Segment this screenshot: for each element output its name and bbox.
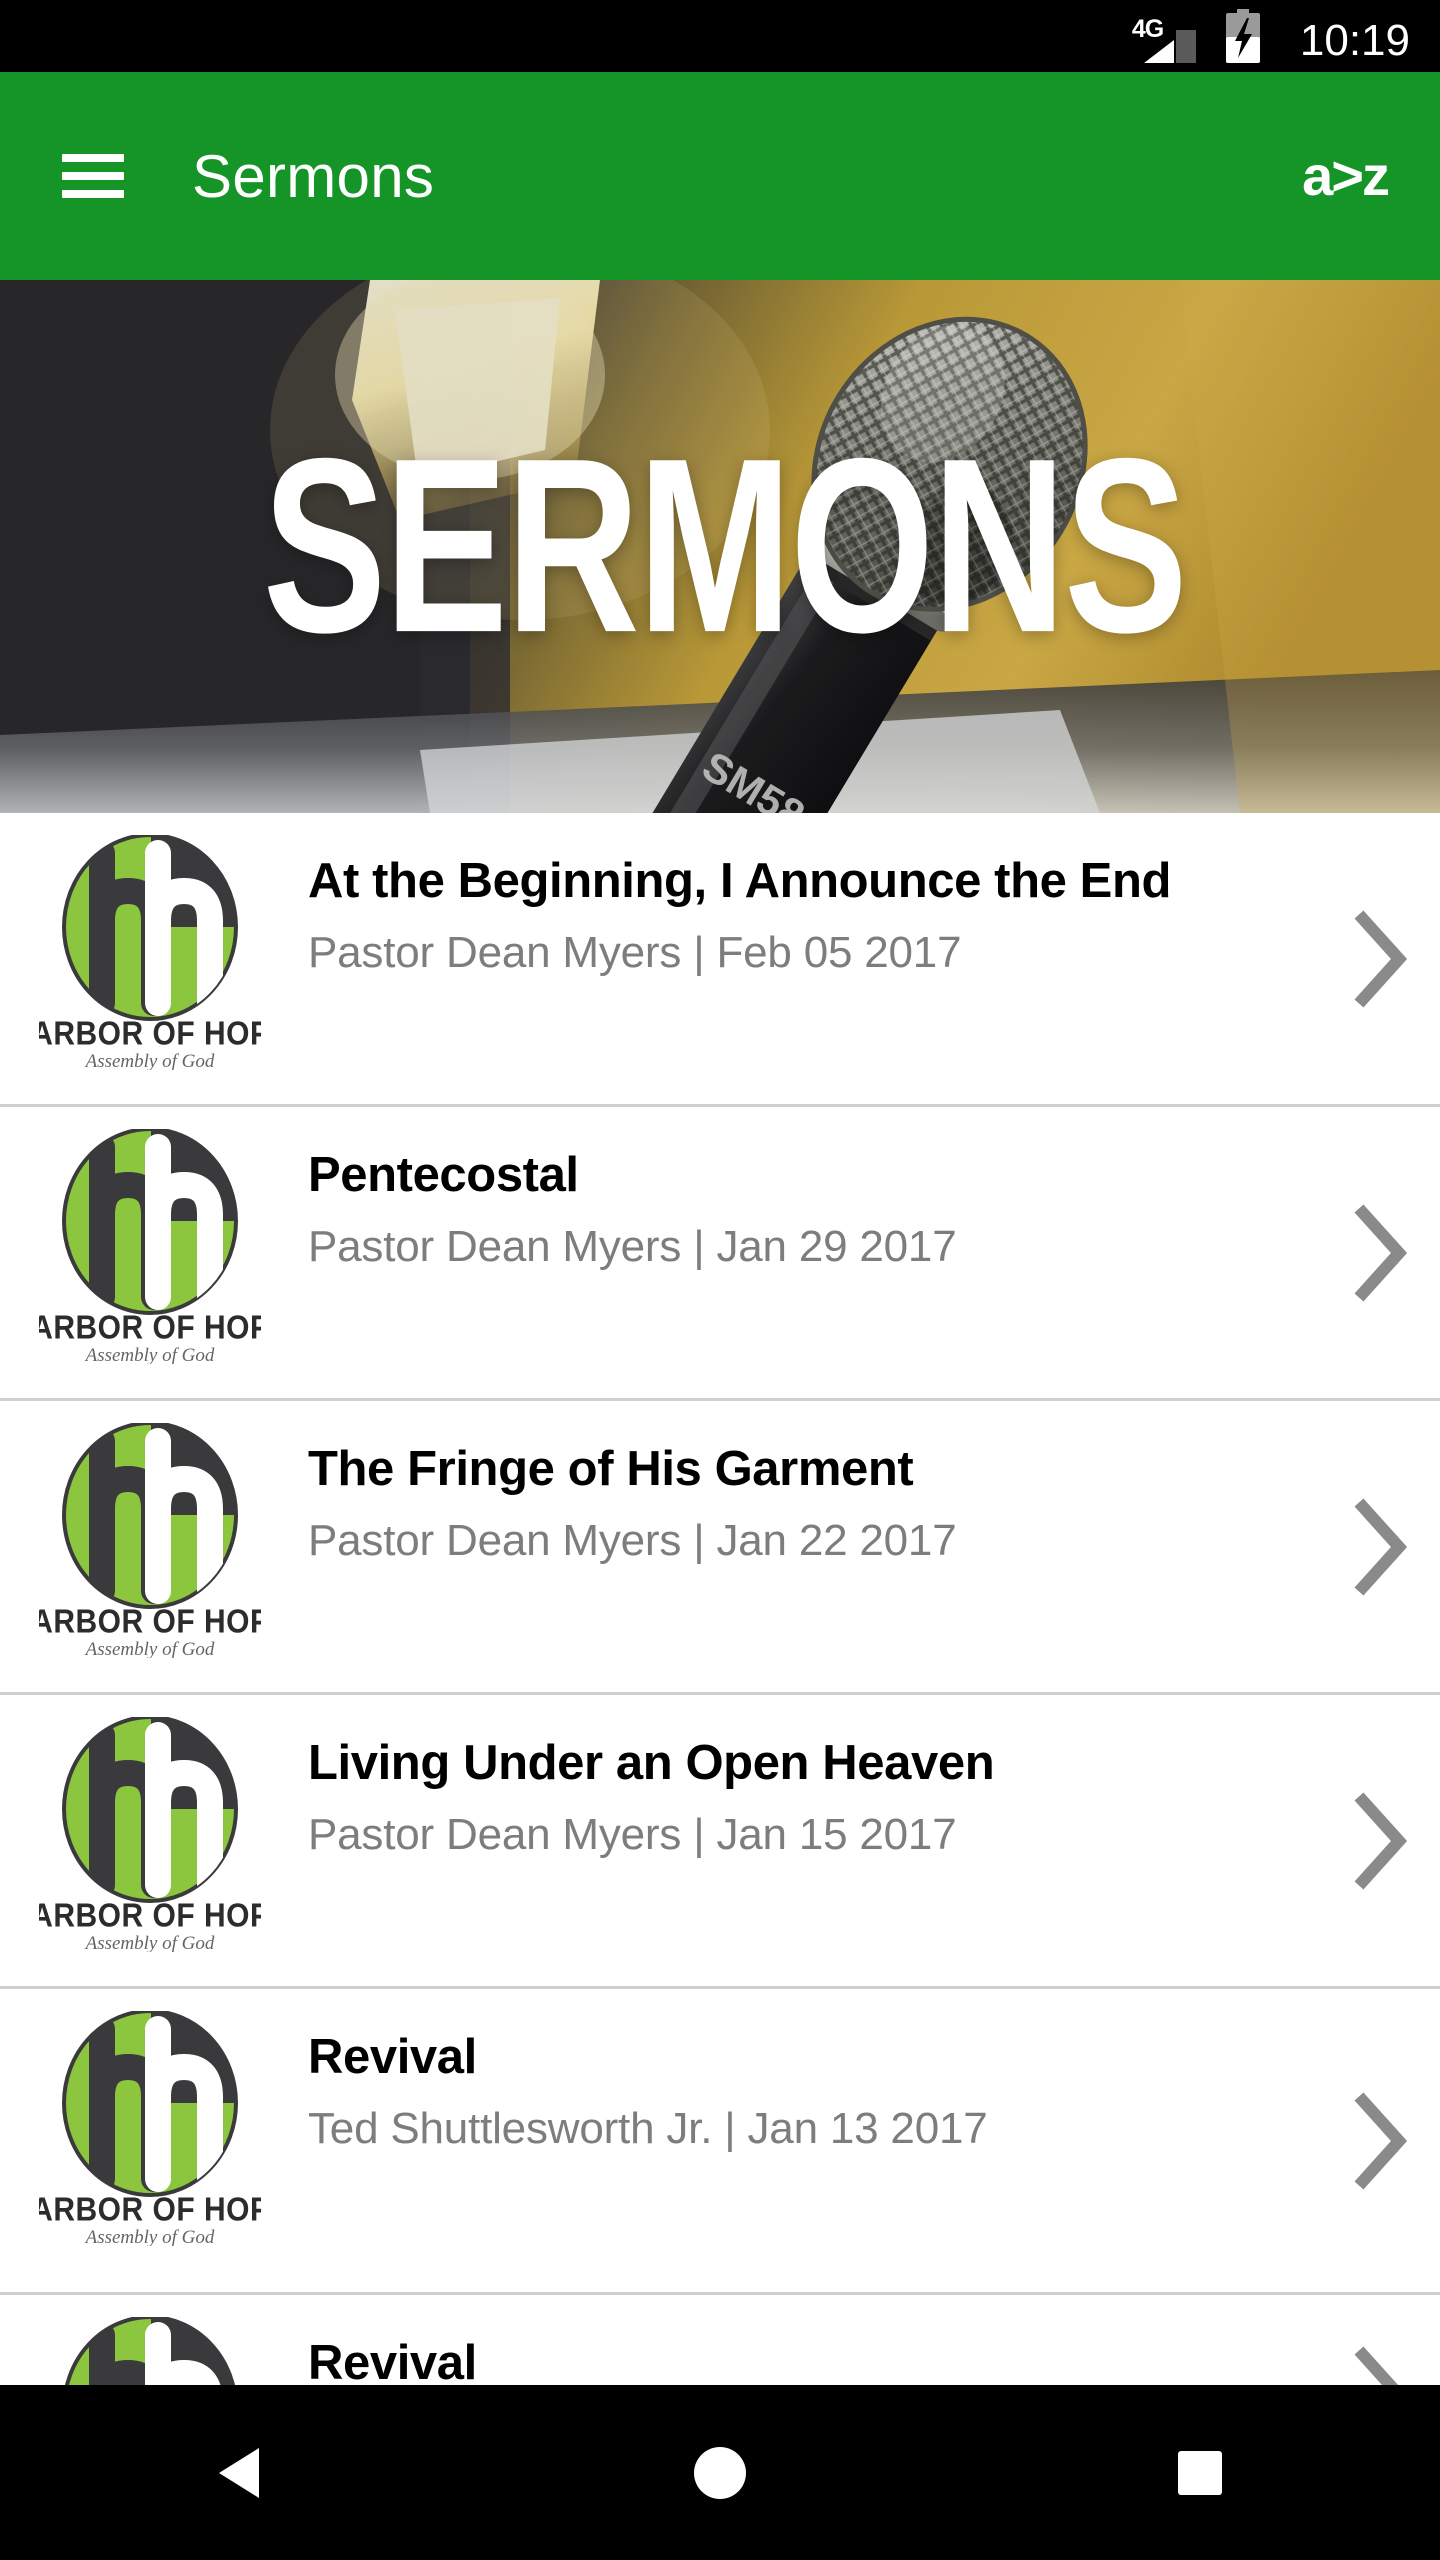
chevron-right-icon: [1354, 1498, 1408, 1595]
chevron-right-icon: [1354, 1204, 1408, 1301]
sermon-open-chevron[interactable]: [1320, 813, 1440, 1104]
sermon-text-block: Pentecostal Pastor Dean Myers | Jan 29 2…: [300, 1107, 1320, 1304]
sermon-text-block: The Fringe of His Garment Pastor Dean My…: [300, 1401, 1320, 1598]
sermon-meta: Pastor Dean Myers | Jan 29 2017: [308, 1222, 957, 1272]
sermon-list-item[interactable]: HARBOR OF HOPE Assembly of God At the Be…: [0, 813, 1440, 1107]
hamburger-line: [62, 172, 124, 180]
sermon-list: HARBOR OF HOPE Assembly of God At the Be…: [0, 813, 1440, 2552]
app-screen: 4G 10:19 Sermons a>z SM58 SERMONS RBOR O…: [0, 0, 1440, 2560]
svg-text:HARBOR OF HOPE: HARBOR OF HOPE: [39, 1602, 261, 1640]
svg-text:Assembly of God: Assembly of God: [84, 1345, 215, 1364]
hero-headline-wrap: SERMONS: [0, 280, 1440, 813]
harbor-of-hope-logo: HARBOR OF HOPE Assembly of God: [39, 2011, 261, 2246]
svg-text:HARBOR OF HOPE: HARBOR OF HOPE: [39, 1896, 261, 1934]
harbor-of-hope-logo: HARBOR OF HOPE Assembly of God: [39, 1129, 261, 1364]
svg-text:Assembly of God: Assembly of God: [84, 2227, 215, 2246]
sermon-list-item[interactable]: HARBOR OF HOPE Assembly of God Pentecost…: [0, 1107, 1440, 1401]
sermon-title: At the Beginning, I Announce the End: [308, 854, 1172, 908]
sermon-title: The Fringe of His Garment: [308, 1442, 914, 1496]
svg-text:Assembly of God: Assembly of God: [84, 1051, 215, 1070]
harbor-of-hope-logo: HARBOR OF HOPE Assembly of God: [39, 835, 261, 1070]
sort-alphabetical-icon[interactable]: a>z: [1302, 148, 1390, 204]
sermon-title: Pentecostal: [308, 1148, 579, 1202]
sermon-thumbnail: HARBOR OF HOPE Assembly of God: [0, 1695, 300, 1986]
app-bar: Sermons a>z: [0, 72, 1440, 280]
hero-banner: SM58 Sh SERMONS: [0, 280, 1440, 813]
status-bar: 4G 10:19: [0, 0, 1440, 72]
sermon-thumbnail: HARBOR OF HOPE Assembly of God: [0, 1989, 300, 2292]
sermon-thumbnail: HARBOR OF HOPE Assembly of God: [0, 1401, 300, 1692]
sermon-text-block: Living Under an Open Heaven Pastor Dean …: [300, 1695, 1320, 1892]
sermon-title: Living Under an Open Heaven: [308, 1736, 995, 1790]
battery-charging-icon: [1222, 9, 1264, 63]
android-navigation-bar: [0, 2385, 1440, 2560]
sermon-meta: Pastor Dean Myers | Jan 15 2017: [308, 1810, 957, 1860]
sermon-meta: Pastor Dean Myers | Jan 22 2017: [308, 1516, 957, 1566]
sermon-thumbnail: HARBOR OF HOPE Assembly of God: [0, 1107, 300, 1398]
sermon-meta: Ted Shuttlesworth Jr. | Jan 13 2017: [308, 2104, 988, 2154]
hamburger-line: [62, 154, 124, 162]
sermon-list-item[interactable]: HARBOR OF HOPE Assembly of God Living Un…: [0, 1695, 1440, 1989]
svg-text:Assembly of God: Assembly of God: [84, 1933, 215, 1952]
signal-bars-icon: 4G: [1132, 15, 1198, 63]
sermon-thumbnail: HARBOR OF HOPE Assembly of God: [0, 813, 300, 1104]
sermon-meta: Pastor Dean Myers | Feb 05 2017: [308, 928, 962, 978]
chevron-right-icon: [1354, 2092, 1408, 2189]
sermon-text-block: At the Beginning, I Announce the End Pas…: [300, 813, 1320, 1010]
harbor-of-hope-logo: HARBOR OF HOPE Assembly of God: [39, 1423, 261, 1658]
signal-triangle: [1143, 30, 1196, 63]
home-circle-icon[interactable]: [600, 2385, 840, 2560]
sermon-title: Revival: [308, 2030, 477, 2084]
sermon-title: Revival: [308, 2336, 477, 2390]
sermon-list-item[interactable]: HARBOR OF HOPE Assembly of God Revival T…: [0, 1989, 1440, 2295]
sermon-open-chevron[interactable]: [1320, 1401, 1440, 1692]
sermon-text-block: Revival Ted Shuttlesworth Jr. | Jan 13 2…: [300, 1989, 1320, 2186]
svg-text:HARBOR OF HOPE: HARBOR OF HOPE: [39, 1308, 261, 1346]
harbor-of-hope-logo: HARBOR OF HOPE Assembly of God: [39, 1717, 261, 1952]
chevron-right-icon: [1354, 1792, 1408, 1889]
hero-headline: SERMONS: [262, 407, 1188, 685]
status-bar-icons: 4G 10:19: [1132, 9, 1410, 65]
recents-square-icon[interactable]: [1080, 2385, 1320, 2560]
sermon-open-chevron[interactable]: [1320, 1989, 1440, 2292]
svg-text:Assembly of God: Assembly of God: [84, 1639, 215, 1658]
page-title: Sermons: [192, 142, 435, 210]
sermon-open-chevron[interactable]: [1320, 1107, 1440, 1398]
status-bar-clock: 10:19: [1299, 16, 1410, 65]
hamburger-line: [62, 190, 124, 198]
sermon-open-chevron[interactable]: [1320, 1695, 1440, 1986]
chevron-right-icon: [1354, 910, 1408, 1007]
svg-text:HARBOR OF HOPE: HARBOR OF HOPE: [39, 2190, 261, 2228]
hamburger-menu-icon[interactable]: [62, 154, 124, 198]
sermon-list-item[interactable]: HARBOR OF HOPE Assembly of God The Fring…: [0, 1401, 1440, 1695]
svg-text:HARBOR OF HOPE: HARBOR OF HOPE: [39, 1014, 261, 1052]
back-triangle-icon[interactable]: [120, 2385, 360, 2560]
